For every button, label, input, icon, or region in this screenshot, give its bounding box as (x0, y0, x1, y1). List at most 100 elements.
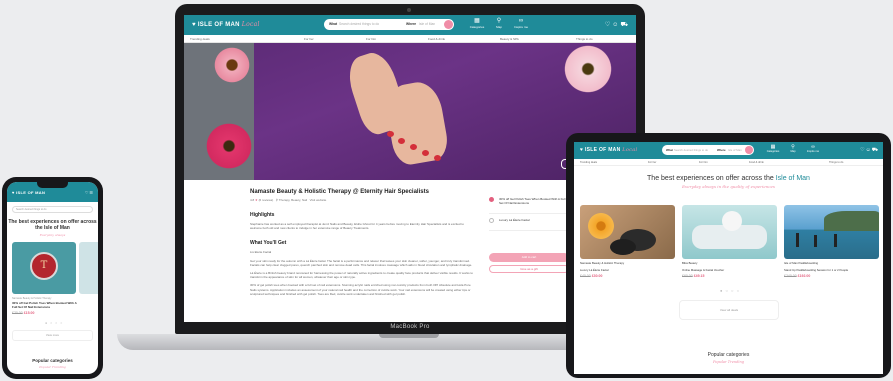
cart-icon[interactable]: ⛟ (872, 147, 879, 153)
subnav-item[interactable]: For him (366, 37, 376, 41)
subnav-item[interactable]: Food & drink (749, 161, 764, 164)
deal-category: Namaste Beauty & Holistic Therapy (580, 261, 625, 265)
search-what-label: What (666, 148, 673, 152)
deal-category: Bliss Beauty (682, 261, 698, 265)
subnav-item[interactable]: For her (304, 37, 314, 41)
what-you-get-text: Lá Élerie is a British beauty brand reno… (250, 271, 473, 280)
section-heading: The best experiences on offer across the… (647, 175, 810, 182)
toe-nail (434, 155, 441, 161)
toe-nail (387, 131, 394, 137)
toe-nail (422, 150, 429, 156)
phone-notch (37, 182, 68, 188)
search-bar[interactable]: What Search desired things to do Where I… (324, 19, 454, 30)
glasses-icon: ∞ (518, 18, 524, 24)
header-actions: ♡☺⛟ (605, 21, 630, 29)
deal-option[interactable]: 30% off Gel Polish Toes When Booked With… (489, 193, 569, 214)
subnav-item[interactable]: For him (699, 161, 708, 164)
site-logo[interactable]: ♥ ISLE OF MAN Local (580, 147, 637, 153)
search-where-input[interactable]: Isle of Man (728, 148, 742, 152)
grid-icon: ▦ (474, 18, 480, 24)
nav-inspire[interactable]: ∞ Inspire me (511, 18, 531, 30)
view-more-button[interactable]: View more (12, 330, 93, 341)
deal-price: £40.00 £30.00 (580, 274, 603, 279)
deal-card-info[interactable]: Namaste Beauty & Holistic Therapy 30% of… (12, 297, 82, 315)
foot-image (382, 78, 451, 168)
seal-logo-icon: T (30, 252, 58, 280)
map-pin-icon: ⚲ (496, 18, 502, 24)
nav-categories[interactable]: ▦ Categories (467, 18, 487, 30)
deal-card[interactable]: Isle of Man Paddleboarding Stand Up Padd… (784, 205, 879, 281)
carousel-dots[interactable]: ● ○ ○ ○ (720, 288, 740, 293)
subnav-item[interactable]: Things to do (576, 37, 593, 41)
deal-price: £60.00 £49.15 (682, 274, 705, 279)
tablet-mockup: ♥ ISLE OF MAN Local What Search desired … (566, 133, 891, 378)
search-button[interactable] (745, 146, 753, 154)
what-you-get-text: 30% of gel polish toes when booked with … (250, 283, 471, 296)
subnav-item[interactable]: Food & drink (428, 37, 445, 41)
subnav-item[interactable]: For her (648, 161, 656, 164)
what-you-get-subheading: Lis Elerie Facial (250, 250, 272, 255)
search-what-input[interactable]: Search desired things to do (674, 148, 708, 152)
location-icon: ⚲ (275, 198, 278, 202)
deal-price: £240.00 £192.00 (784, 274, 811, 279)
deal-category: Isle of Man Paddleboarding (784, 261, 819, 265)
listing-title: Namaste Beauty & Holistic Therapy @ Eter… (250, 189, 429, 195)
nav-map[interactable]: ⚲ Map (784, 144, 802, 154)
search-button[interactable] (444, 20, 453, 29)
subnav-item[interactable]: Beauty & SPA (500, 37, 519, 41)
deal-carousel: Namaste Beauty & Holistic Therapy Luxury… (580, 205, 880, 281)
listing-details: Namaste Beauty & Holistic Therapy @ Eter… (250, 189, 475, 296)
section-tagline: Everyday always in the quality of experi… (682, 184, 775, 189)
what-you-get-heading: What You'll Get (250, 240, 287, 247)
radio-unselected[interactable] (489, 218, 494, 223)
nav-categories[interactable]: ▦ Categories (764, 144, 782, 154)
section-heading: The best experiences on offer across the… (8, 219, 97, 231)
toe-nail (410, 144, 417, 150)
search-what-input[interactable]: Search desired things to do (339, 22, 379, 26)
deal-card-image[interactable] (79, 242, 98, 294)
search-bar[interactable]: What Search desired things to do Where I… (662, 145, 754, 155)
flower-image (204, 121, 254, 171)
site-header: ♥ ISLE OF MAN Local What Search desired … (184, 15, 636, 35)
deal-title: 30% off Gel Polish Toes When Booked With… (12, 301, 77, 309)
carousel-dots[interactable]: ● ○ ○ ○ (45, 321, 63, 325)
search-input[interactable]: Search desired things to do (12, 206, 93, 213)
subnav-item[interactable]: Trending deals (580, 161, 597, 164)
add-to-cart-button[interactable]: Add to cart (489, 253, 569, 262)
deal-category: Namaste Beauty & Holistic Therapy (12, 297, 52, 300)
subnav-item[interactable]: Things to do (829, 161, 843, 164)
highlights-text: Stephanie has worked as a self employed … (250, 222, 464, 231)
section-tagline: Everyday always (39, 233, 66, 237)
search-where-input[interactable]: Isle of Man (419, 22, 435, 26)
menu-icon[interactable]: ☰ (89, 190, 94, 195)
cart-icon[interactable]: ⛟ (620, 22, 630, 28)
nav-inspire[interactable]: ∞ Inspire me (804, 144, 822, 154)
flower-image (562, 43, 614, 95)
reviews-link[interactable]: (6 reviews) (259, 198, 274, 202)
site-logo[interactable]: ♥ ISLE OF MAN (12, 190, 45, 195)
highlights-heading: Highlights (250, 212, 275, 218)
deal-title: Stand Up Paddleboarding Session for 1 or… (784, 267, 849, 272)
deal-price: £20.00 £15.00 (12, 311, 35, 315)
deal-image (784, 205, 879, 259)
deal-card[interactable]: Bliss Beauty Online Massage & Facial Vou… (682, 205, 777, 281)
view-all-button[interactable]: View all deals (679, 300, 779, 320)
camera (407, 8, 411, 12)
laptop-notch (379, 334, 439, 338)
deal-image (682, 205, 777, 259)
popular-tagline: Popular Trending (39, 365, 66, 369)
deal-card[interactable]: Namaste Beauty & Holistic Therapy Luxury… (580, 205, 675, 281)
give-as-gift-button[interactable]: Give as a gift (489, 265, 569, 273)
subnav-item[interactable]: Trending deals (190, 37, 210, 41)
deal-title: Online Massage & Facial Voucher (682, 267, 725, 272)
phone-screen: ♥ ISLE OF MAN ♡☰ Search desired things t… (7, 182, 98, 374)
radio-selected[interactable] (489, 197, 494, 202)
site-logo[interactable]: ♥ ISLE OF MAN Local (192, 21, 260, 28)
deal-option[interactable]: Luxury Lá Élerie Facial (489, 214, 569, 231)
deal-card-image[interactable]: T (12, 242, 76, 294)
website-link[interactable]: Visit website (310, 198, 327, 202)
header-actions: ♡☺⛟ (860, 147, 879, 154)
purchase-panel: 30% off Gel Polish Toes When Booked With… (489, 193, 569, 273)
nav-map[interactable]: ⚲ Map (489, 18, 509, 30)
deal-title: Luxury Lá Élerie Facial (580, 267, 609, 272)
